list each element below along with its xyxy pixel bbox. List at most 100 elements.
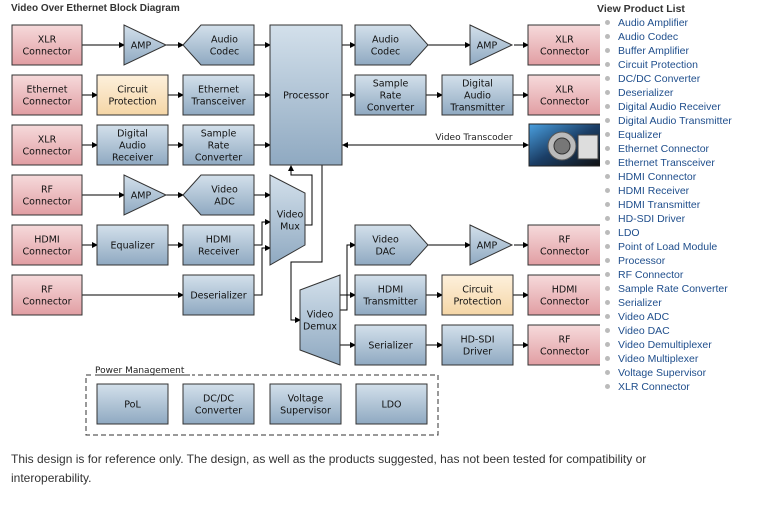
video-camera-image[interactable] <box>528 123 600 167</box>
video-dac-label: DAC <box>375 247 395 258</box>
processor[interactable]: Processor <box>269 24 343 166</box>
product-link[interactable]: Equalizer <box>597 128 732 142</box>
digital-audio-transmitter[interactable]: DigitalAudioTransmitter <box>441 74 514 116</box>
product-link[interactable]: Audio Codec <box>597 30 732 44</box>
product-link-label: Sample Rate Converter <box>618 283 728 295</box>
product-link-label: Equalizer <box>618 129 662 141</box>
product-link[interactable]: LDO <box>597 226 732 240</box>
deserializer[interactable]: Deserializer <box>182 274 255 316</box>
video-demux[interactable]: VideoDemux <box>299 274 341 366</box>
rf-connector-in-2-label: RF <box>41 285 53 296</box>
hdmi-connector-in[interactable]: HDMIConnector <box>11 224 83 266</box>
serializer[interactable]: Serializer <box>354 324 427 366</box>
rf-connector-in-2-label: Connector <box>23 297 72 308</box>
hdmi-connector-out[interactable]: HDMIConnector <box>527 274 600 316</box>
product-link[interactable]: Video Multiplexer <box>597 352 732 366</box>
amp-4-label: AMP <box>477 241 498 252</box>
xlr-connector-in-1[interactable]: XLRConnector <box>11 24 83 66</box>
bullet-icon <box>605 356 610 361</box>
amp-4[interactable]: AMP <box>469 224 514 266</box>
product-link[interactable]: Sample Rate Converter <box>597 282 732 296</box>
product-link-label: Video Multiplexer <box>618 353 699 365</box>
product-link[interactable]: DC/DC Converter <box>597 72 732 86</box>
product-link[interactable]: HDMI Receiver <box>597 184 732 198</box>
product-link[interactable]: Ethernet Connector <box>597 142 732 156</box>
product-link[interactable]: Audio Amplifier <box>597 16 732 30</box>
digital-audio-receiver[interactable]: DigitalAudioReceiver <box>96 124 169 166</box>
amp-3[interactable]: AMP <box>469 24 514 66</box>
sample-rate-converter-in-label: Sample <box>201 129 237 140</box>
product-link[interactable]: Digital Audio Transmitter <box>597 114 732 128</box>
xlr-connector-in-1-label: Connector <box>23 47 72 58</box>
ldo-label: LDO <box>381 400 401 411</box>
pol-module[interactable]: PoL <box>96 383 169 425</box>
ldo[interactable]: LDO <box>355 383 428 425</box>
rf-connector-out-2[interactable]: RFConnector <box>527 324 600 366</box>
bullet-icon <box>605 62 610 67</box>
sample-rate-converter-in[interactable]: SampleRateConverter <box>182 124 255 166</box>
product-link[interactable]: Deserializer <box>597 86 732 100</box>
hdmi-transmitter[interactable]: HDMITransmitter <box>354 274 427 316</box>
dcdc-converter-label: DC/DC <box>203 394 234 405</box>
product-link[interactable]: Serializer <box>597 296 732 310</box>
product-link[interactable]: Processor <box>597 254 732 268</box>
amp-2[interactable]: AMP <box>123 174 168 216</box>
product-link[interactable]: Video Demultiplexer <box>597 338 732 352</box>
product-link[interactable]: HD-SDI Driver <box>597 212 732 226</box>
product-link-label: HDMI Receiver <box>618 185 690 197</box>
product-link[interactable]: Buffer Amplifier <box>597 44 732 58</box>
xlr-connector-out-1[interactable]: XLRConnector <box>527 24 600 66</box>
rf-connector-in-1[interactable]: RFConnector <box>11 174 83 216</box>
xlr-connector-in-2[interactable]: XLRConnector <box>11 124 83 166</box>
product-link-label: XLR Connector <box>618 381 690 393</box>
product-link[interactable]: Video ADC <box>597 310 732 324</box>
product-link-label: Audio Amplifier <box>618 17 689 29</box>
hd-sdi-driver-label: HD-SDI <box>460 335 494 346</box>
bullet-icon <box>605 202 610 207</box>
audio-codec-out-label: Audio <box>372 35 399 46</box>
hdmi-receiver[interactable]: HDMIReceiver <box>182 224 255 266</box>
equalizer[interactable]: Equalizer <box>96 224 169 266</box>
audio-codec-in[interactable]: AudioCodec <box>182 24 255 66</box>
xlr-connector-out-2[interactable]: XLRConnector <box>527 74 600 116</box>
bullet-icon <box>605 342 610 347</box>
product-link[interactable]: Video DAC <box>597 324 732 338</box>
dcdc-converter[interactable]: DC/DCConverter <box>182 383 255 425</box>
product-link[interactable]: Circuit Protection <box>597 58 732 72</box>
rf-connector-out-1[interactable]: RFConnector <box>527 224 600 266</box>
product-link-label: Point of Load Module <box>618 241 718 253</box>
product-link-label: Ethernet Transceiver <box>618 157 715 169</box>
hd-sdi-driver[interactable]: HD-SDIDriver <box>441 324 514 366</box>
rf-connector-in-2[interactable]: RFConnector <box>11 274 83 316</box>
amp-1[interactable]: AMP <box>123 24 168 66</box>
audio-codec-out[interactable]: AudioCodec <box>354 24 429 66</box>
bullet-icon <box>605 258 610 263</box>
circuit-protection-2[interactable]: CircuitProtection <box>441 274 514 316</box>
product-link-label: HD-SDI Driver <box>618 213 686 225</box>
video-adc-label: ADC <box>214 197 235 208</box>
sample-rate-converter-out[interactable]: SampleRateConverter <box>354 74 427 116</box>
ethernet-transceiver[interactable]: EthernetTransceiver <box>182 74 255 116</box>
product-link[interactable]: Ethernet Transceiver <box>597 156 732 170</box>
video-dac[interactable]: VideoDAC <box>354 224 429 266</box>
rf-connector-in-1-label: RF <box>41 185 53 196</box>
video-mux[interactable]: VideoMux <box>269 174 306 266</box>
product-link[interactable]: Voltage Supervisor <box>597 366 732 380</box>
product-link[interactable]: RF Connector <box>597 268 732 282</box>
product-link[interactable]: Point of Load Module <box>597 240 732 254</box>
ethernet-connector[interactable]: EthernetConnector <box>11 74 83 116</box>
sample-rate-converter-in-label: Converter <box>195 153 242 164</box>
circuit-protection-1[interactable]: CircuitProtection <box>96 74 169 116</box>
dcdc-converter-label: Converter <box>195 406 242 417</box>
video-adc[interactable]: VideoADC <box>182 174 255 216</box>
bullet-icon <box>605 188 610 193</box>
product-link[interactable]: HDMI Connector <box>597 170 732 184</box>
product-link-label: LDO <box>618 227 640 239</box>
voltage-supervisor[interactable]: VoltageSupervisor <box>269 383 342 425</box>
product-link[interactable]: HDMI Transmitter <box>597 198 732 212</box>
rf-connector-out-2-label: Connector <box>540 347 589 358</box>
product-link[interactable]: XLR Connector <box>597 380 732 394</box>
product-link[interactable]: Digital Audio Receiver <box>597 100 732 114</box>
bullet-icon <box>605 48 610 53</box>
bullet-icon <box>605 300 610 305</box>
